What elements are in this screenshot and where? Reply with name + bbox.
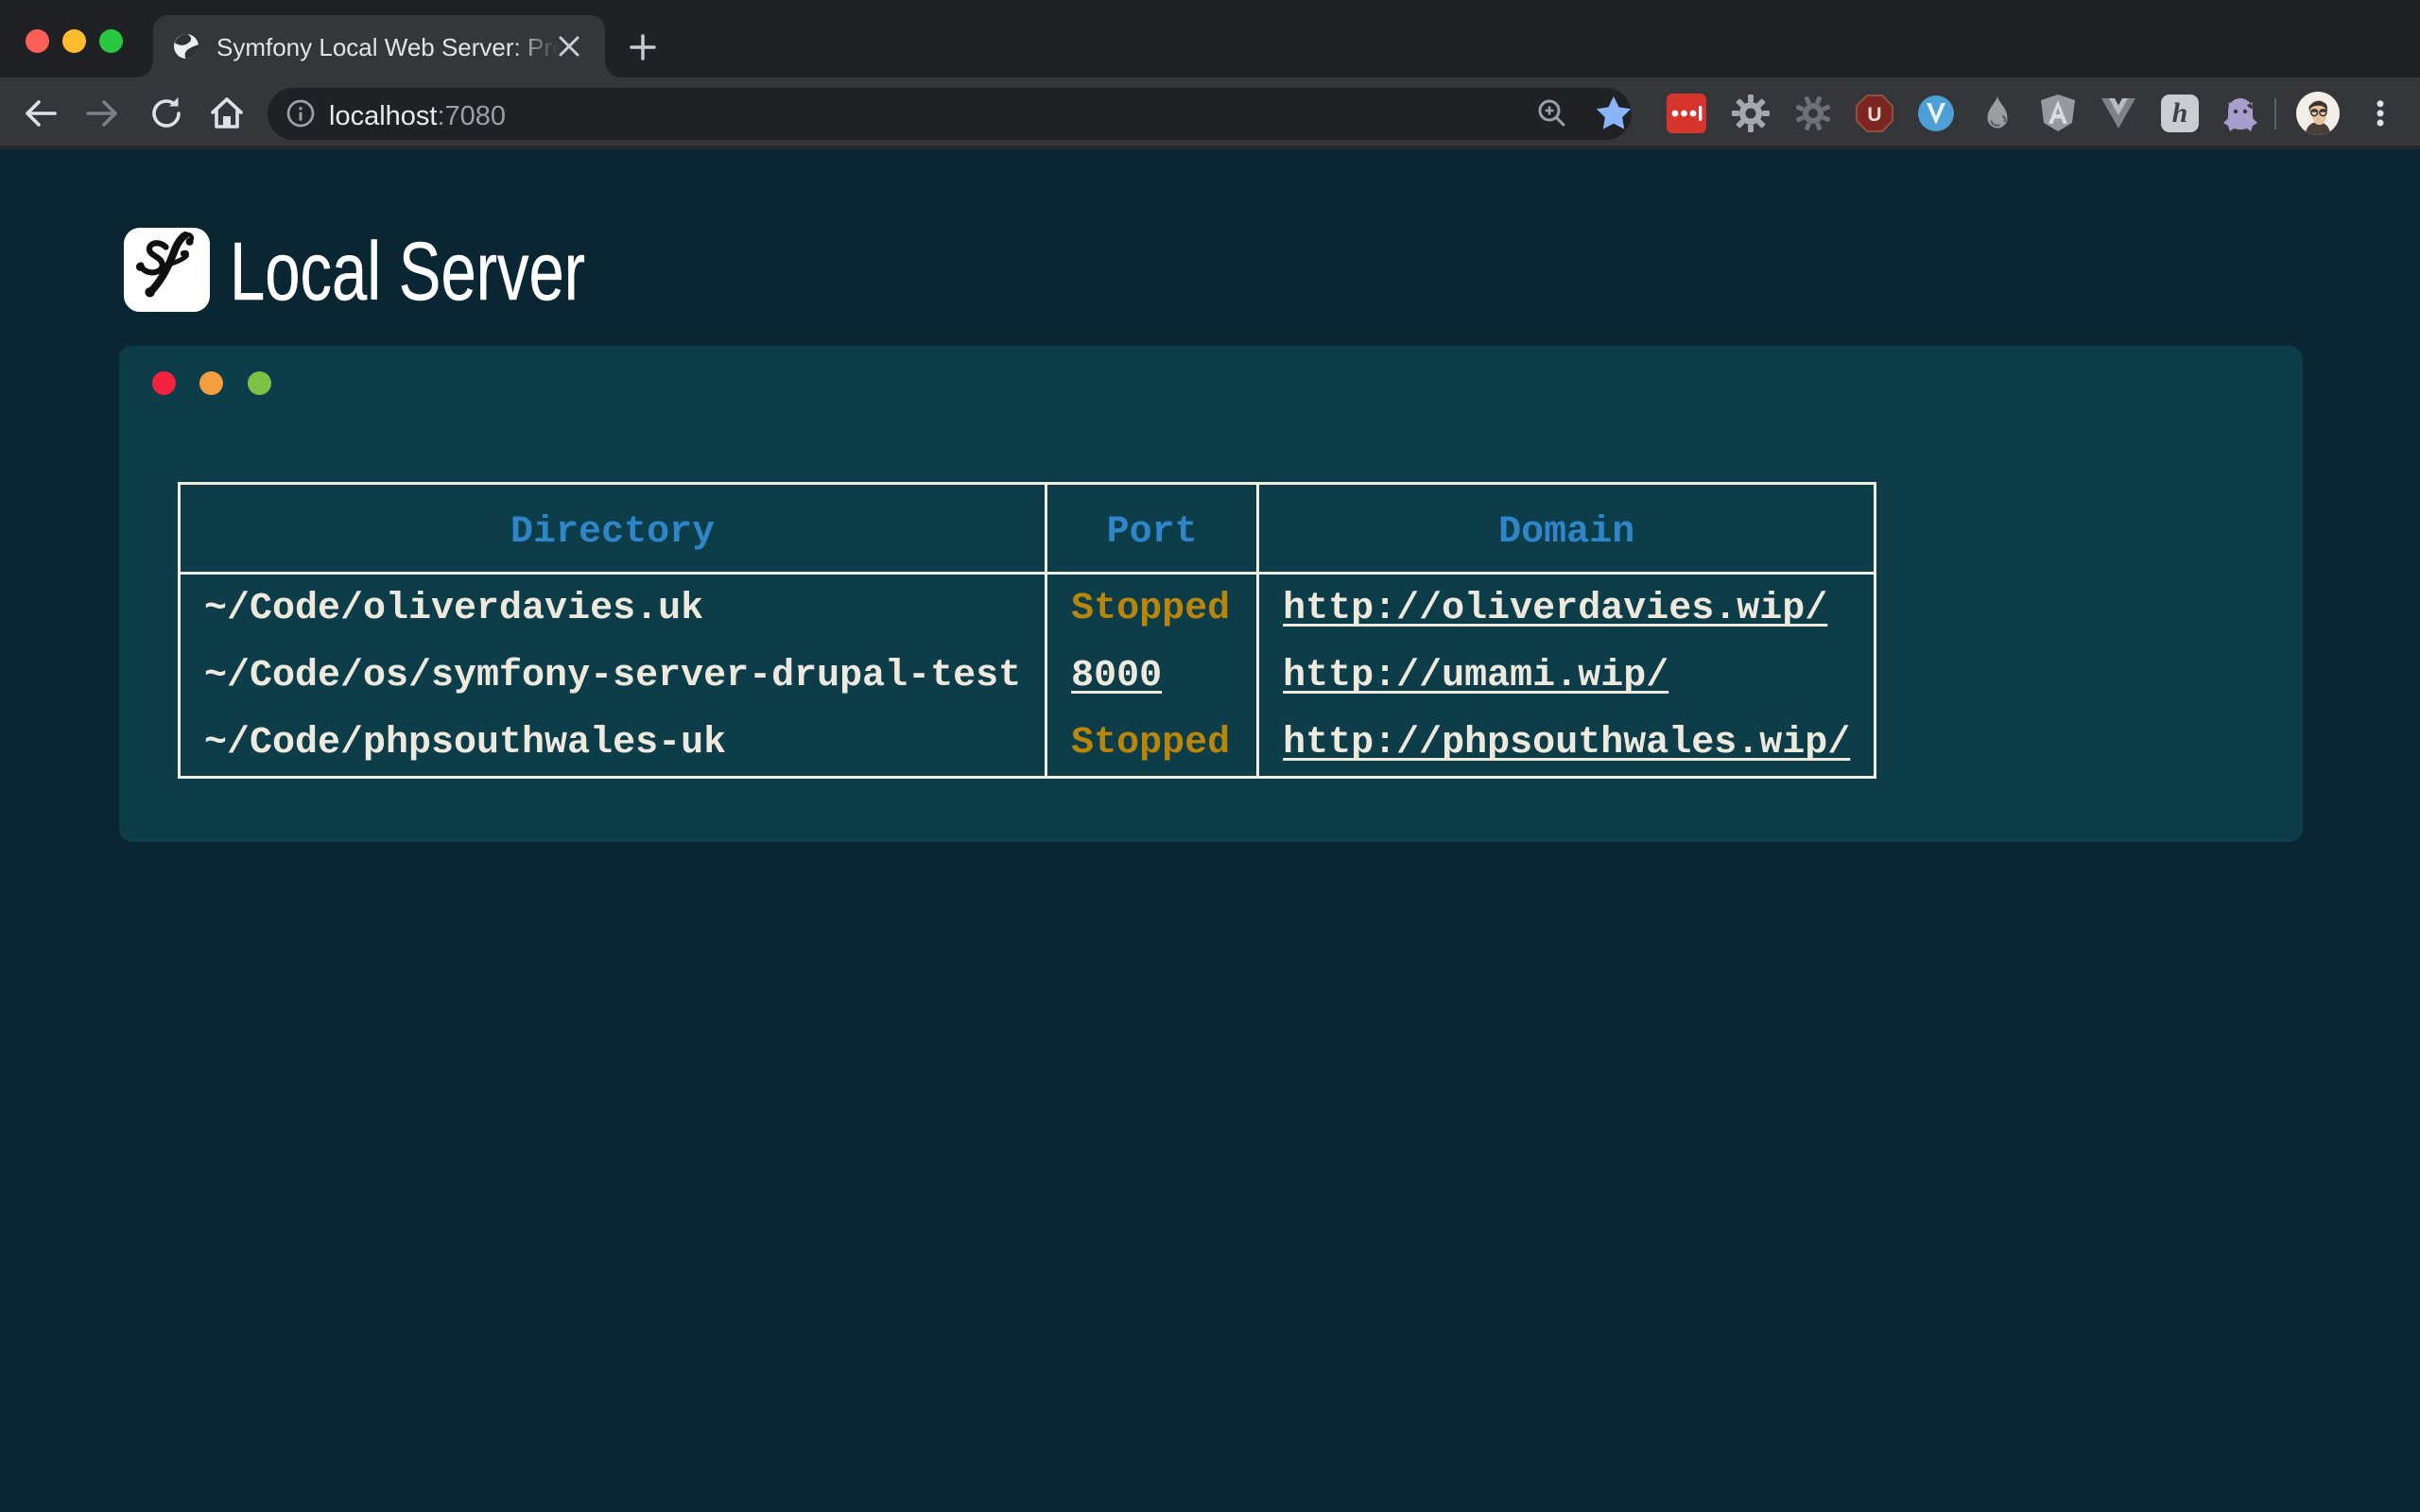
svg-text:h: h bbox=[2172, 97, 2188, 129]
svg-text:U: U bbox=[1867, 104, 1881, 126]
